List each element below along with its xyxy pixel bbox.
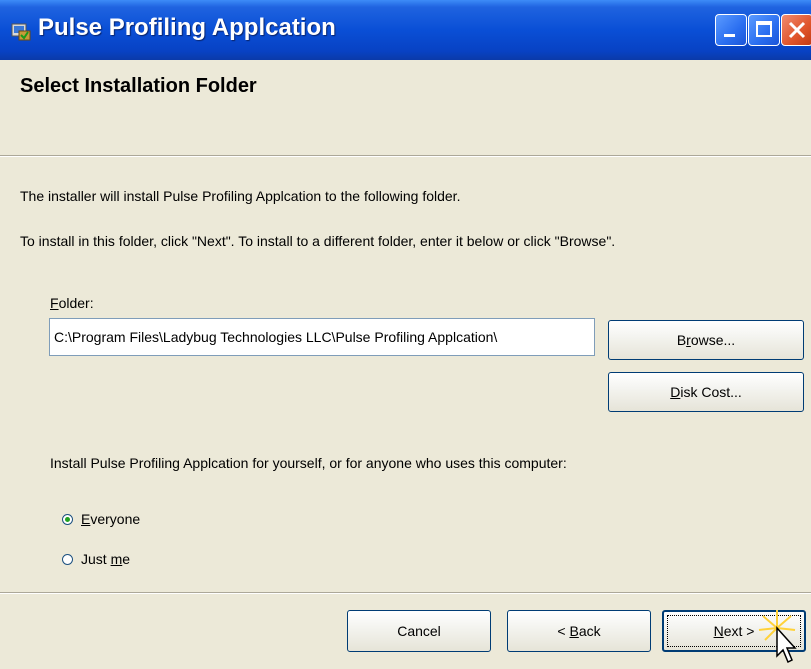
close-button[interactable] [781,14,811,46]
cancel-button-label: Cancel [397,623,441,639]
minimize-icon [724,34,735,37]
browse-button[interactable]: Browse... [608,320,804,360]
back-button[interactable]: < Back [507,610,651,652]
minimize-button[interactable] [715,14,747,46]
disk-cost-button[interactable]: Disk Cost... [608,372,804,412]
intro-text-line2: To install in this folder, click "Next".… [20,233,616,249]
radio-everyone[interactable]: Everyone [62,511,140,527]
browse-button-label: Browse... [676,332,736,348]
folder-label: Folder: [50,295,94,311]
disk-cost-button-label: Disk Cost... [670,384,742,400]
radio-everyone-label: Everyone [81,511,141,527]
radio-just-me-label: Just me [81,551,131,567]
header-panel: Select Installation Folder [0,60,811,157]
cancel-button[interactable]: Cancel [347,610,491,652]
folder-input[interactable]: C:\Program Files\Ladybug Technologies LL… [49,318,595,356]
footer-divider-highlight [0,593,811,594]
page-title: Select Installation Folder [20,75,257,97]
radio-button-checked[interactable] [62,513,73,525]
window-title: Pulse Profiling Applcation [38,14,336,41]
radio-button-unchecked[interactable] [62,553,73,565]
intro-text-line1: The installer will install Pulse Profili… [20,188,461,204]
maximize-button[interactable] [748,14,780,46]
back-button-label: < Back [557,623,601,639]
title-bar[interactable]: Pulse Profiling Applcation [0,0,811,60]
installer-icon [10,20,32,42]
close-icon [788,21,806,39]
install-for-text: Install Pulse Profiling Applcation for y… [50,455,567,471]
maximize-icon [756,21,772,37]
mouse-cursor-icon [758,610,797,664]
radio-just-me[interactable]: Just me [62,551,130,567]
